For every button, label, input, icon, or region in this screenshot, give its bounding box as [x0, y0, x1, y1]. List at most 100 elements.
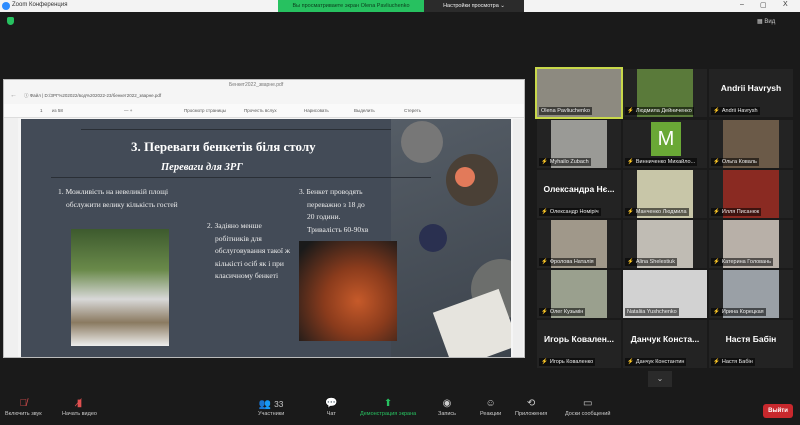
- pdf-scrollbar: [513, 119, 523, 357]
- muted-mic-icon: ⚡: [627, 159, 634, 165]
- participant-tile[interactable]: ⚡ Людмила Дейниченко: [623, 69, 707, 117]
- participant-display-name: Игорь Ковален...: [544, 334, 614, 344]
- participant-name-label: ⚡ Манченко Людмила: [625, 208, 689, 216]
- participant-name: Винниченко Михайло...: [635, 159, 696, 165]
- whiteboards-button[interactable]: ▭ Доски сообщений: [565, 397, 610, 417]
- close-button[interactable]: X: [783, 1, 788, 8]
- participant-name-label: ⚡ Myhailo Zubach: [539, 158, 591, 166]
- participant-name: Олександр Номірiч: [549, 209, 599, 215]
- participant-name-label: Olena Pavliuchenko: [539, 107, 592, 115]
- reactions-button[interactable]: ☺ Реакции: [480, 397, 501, 417]
- participant-tile[interactable]: Олександра Нє... ⚡ Олександр Номірiч: [537, 170, 621, 218]
- participant-name: Игорь Коваленко: [549, 359, 594, 365]
- participant-tile[interactable]: Nataliia Yushchenko: [623, 270, 707, 318]
- share-screen-icon: ⬆: [383, 398, 393, 409]
- participant-name-label: ⚡ Олександр Номірiч: [539, 208, 601, 216]
- share-screen-button[interactable]: ⬆ Демонстрация экрана: [360, 397, 416, 417]
- muted-mic-icon: ⚡: [713, 159, 720, 165]
- maximize-button[interactable]: ▢: [760, 1, 767, 9]
- zoom-controls: — +: [124, 108, 133, 113]
- minimize-button[interactable]: –: [740, 1, 744, 8]
- muted-mic-icon: 🎙̸: [19, 398, 28, 409]
- erase: Стереть: [404, 108, 422, 113]
- participant-name-label: Nataliia Yushchenko: [625, 308, 679, 316]
- participant-tile[interactable]: ⚡ Ирина Корецкая: [709, 270, 793, 318]
- leave-button[interactable]: Выйти: [763, 404, 793, 418]
- participant-tile[interactable]: Данчук Конста... ⚡ Данчук Константин: [623, 320, 707, 368]
- participant-tile[interactable]: ⚡ Myhailo Zubach: [537, 120, 621, 168]
- muted-mic-icon: ⚡: [627, 108, 634, 114]
- muted-mic-icon: ⚡: [541, 209, 548, 215]
- muted-mic-icon: ⚡: [627, 209, 634, 215]
- chevron-down-icon[interactable]: ⌄: [648, 371, 672, 387]
- unmute-button[interactable]: 🎙̸ Включить звук: [5, 397, 42, 417]
- participant-tile[interactable]: ⚡ Манченко Людмила: [623, 170, 707, 218]
- view-button[interactable]: ▦ Вид: [757, 18, 775, 25]
- muted-mic-icon: ⚡: [627, 359, 634, 365]
- apps-icon: ⟲: [526, 398, 536, 409]
- participant-tile[interactable]: ⚡ Alina Shelestiuk: [623, 220, 707, 268]
- participant-name: Настя Бабін: [721, 359, 753, 365]
- participant-name: Олег Кузьмін: [549, 309, 584, 315]
- participant-name: Ирина Корецкая: [721, 309, 764, 315]
- muted-mic-icon: ⚡: [713, 209, 720, 215]
- participant-name-label: ⚡ Ирина Корецкая: [711, 308, 766, 316]
- browser-tab-title: Бенкет2022_зварнe.pdf: [229, 82, 284, 88]
- apps-button[interactable]: ⟲ Приложения: [515, 397, 547, 417]
- banquet-table-photo: [71, 229, 169, 346]
- participant-tile[interactable]: ⚡ Илля Писанюк: [709, 170, 793, 218]
- record-button[interactable]: ◉ Запись: [438, 397, 456, 417]
- slide-title: 3. Переваги бенкетів біля столу: [131, 139, 316, 154]
- participant-tile[interactable]: Olena Pavliuchenko: [535, 67, 623, 119]
- participant-display-name: Данчук Конста...: [630, 334, 700, 344]
- start-video-button[interactable]: ▮̸ Начать видео: [62, 397, 97, 417]
- participant-tile[interactable]: Andrii Havrysh ⚡ Andrii Havrysh: [709, 69, 793, 117]
- participant-name-label: ⚡ Винниченко Михайло...: [625, 158, 698, 166]
- slide-subtitle: Переваги для ЗРГ: [161, 162, 243, 173]
- participants-button[interactable]: 👥 33 Участники: [258, 397, 284, 417]
- page-count: из 58: [52, 108, 63, 113]
- muted-mic-icon: ⚡: [627, 259, 634, 265]
- participant-tile[interactable]: ⚡ Ольга Коваль: [709, 120, 793, 168]
- point-1: 1. Можливість на невеликій площі обслужит…: [58, 187, 178, 209]
- participants-icon: 👥 33: [258, 399, 284, 410]
- participant-name: Катерина Головань: [721, 259, 771, 265]
- participant-tile[interactable]: M ⚡ Винниченко Михайло...: [623, 120, 707, 168]
- participant-name: Манченко Людмила: [635, 209, 687, 215]
- participant-name-label: ⚡ Илля Писанюк: [711, 208, 762, 216]
- participant-display-name: Олександра Нє...: [543, 184, 615, 194]
- security-shield-icon[interactable]: [7, 17, 14, 25]
- participant-tile[interactable]: Игорь Ковален... ⚡ Игорь Коваленко: [537, 320, 621, 368]
- participant-tile[interactable]: Настя Бабін ⚡ Настя Бабін: [709, 320, 793, 368]
- page-number: 1: [40, 108, 43, 113]
- participant-name-label: ⚡ Данчук Константин: [625, 358, 687, 366]
- address-bar: ⓘ Файл | D:/ЗРГ%202022/вод%202022-23/бен…: [24, 93, 162, 98]
- participant-tile[interactable]: ⚡ Олег Кузьмін: [537, 270, 621, 318]
- muted-mic-icon: ⚡: [713, 108, 720, 114]
- muted-mic-icon: ⚡: [541, 159, 548, 165]
- participant-name-label: ⚡ Настя Бабін: [711, 358, 755, 366]
- participant-name: Илля Писанюк: [721, 209, 760, 215]
- participant-name-label: ⚡ Людмила Дейниченко: [625, 107, 694, 115]
- chat-icon: 💬: [325, 398, 338, 409]
- participant-name-label: ⚡ Олег Кузьмін: [539, 308, 586, 316]
- participant-name: Фролова Наталія: [549, 259, 594, 265]
- participant-tile[interactable]: ⚡ Катерина Головань: [709, 220, 793, 268]
- draw: Нарисовать: [304, 108, 329, 113]
- participant-name: Myhailo Zubach: [549, 159, 589, 165]
- food-decoration-image: [391, 119, 511, 357]
- reactions-icon: ☺: [485, 398, 496, 409]
- participant-tile[interactable]: ⚡ Фролова Наталія: [537, 220, 621, 268]
- muted-mic-icon: ⚡: [541, 259, 548, 265]
- browser-sidebar: [4, 118, 18, 357]
- participant-name: Olena Pavliuchenko: [541, 108, 590, 114]
- participant-name-label: ⚡ Ольга Коваль: [711, 158, 759, 166]
- participant-name-label: ⚡ Andrii Havrysh: [711, 107, 760, 115]
- chat-button[interactable]: 💬 Чат: [325, 397, 337, 417]
- canapes-photo: [299, 241, 397, 341]
- view-options-button[interactable]: Настройки просмотра ⌄: [424, 0, 524, 12]
- participant-name-label: ⚡ Alina Shelestiuk: [625, 258, 677, 266]
- participant-name-label: ⚡ Фролова Наталія: [539, 258, 596, 266]
- presentation-slide: 3. Переваги бенкетів біля столу Переваги…: [21, 119, 511, 357]
- zoom-logo-icon: [2, 2, 10, 10]
